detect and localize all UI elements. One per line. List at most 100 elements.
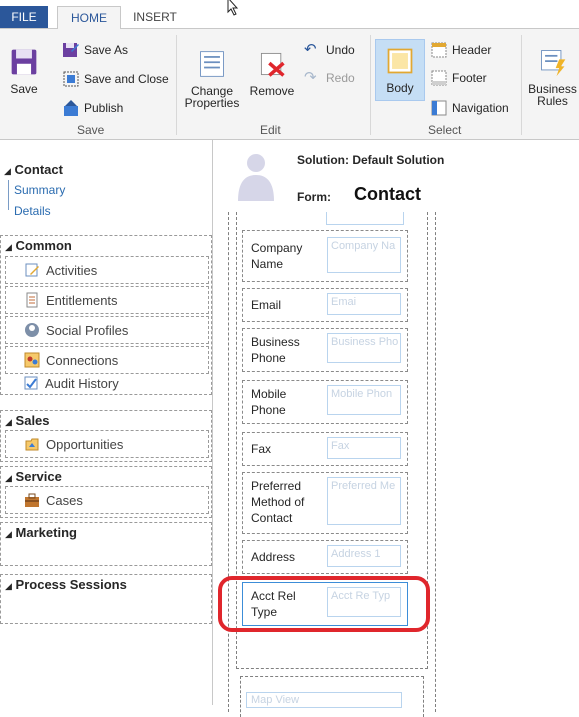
nav-summary-link[interactable]: Summary — [14, 183, 65, 197]
undo-button[interactable]: ↶ Undo — [304, 40, 355, 60]
header-label: Header — [452, 43, 492, 57]
undo-label: Undo — [326, 43, 355, 57]
field-input[interactable]: Emai — [327, 293, 401, 315]
entitlements-icon — [26, 292, 38, 308]
activities-icon — [25, 263, 39, 277]
edit-group-label: Edit — [260, 123, 281, 137]
collapse-triangle-icon: ◢ — [5, 581, 12, 591]
footer-button[interactable]: Footer — [430, 68, 487, 88]
nav-section-service[interactable]: ◢ Service Cases — [0, 466, 212, 518]
nav-item-connections[interactable]: Connections — [5, 346, 209, 374]
field-preferred-method-of-contact[interactable]: Preferred Method of Contact Preferred Me — [242, 472, 408, 534]
field-address[interactable]: Address Address 1 — [242, 540, 408, 574]
change-properties-button[interactable]: Change Properties — [180, 49, 244, 109]
save-and-close-button[interactable]: Save and Close — [62, 69, 169, 89]
header-button[interactable]: Header — [430, 40, 491, 60]
save-and-close-icon — [63, 71, 79, 87]
publish-icon — [64, 100, 78, 116]
navigation-label: Navigation — [452, 101, 509, 115]
mouse-pointer-icon — [227, 0, 239, 16]
nav-section-title: ◢ Service — [5, 469, 62, 484]
nav-section-marketing[interactable]: ◢ Marketing — [0, 522, 212, 566]
save-button[interactable]: Save — [6, 47, 42, 95]
field-company-name[interactable]: Company Name Company Na — [242, 230, 408, 282]
ribbon: Save Save As Save and Close Publish Save — [0, 29, 579, 140]
business-rules-button[interactable]: Business Rules — [526, 47, 579, 107]
field-input[interactable]: Business Pho — [327, 333, 401, 363]
publish-button[interactable]: Publish — [62, 98, 123, 118]
opportunities-icon — [25, 438, 39, 451]
field-label: Company Name — [251, 241, 303, 271]
field-input[interactable]: Address 1 — [327, 545, 401, 567]
nav-section-sales[interactable]: ◢ Sales Opportunities — [0, 410, 212, 462]
form-label: Form: — [297, 190, 331, 204]
field-email[interactable]: Email Emai — [242, 288, 408, 322]
nav-section-title: ◢ Marketing — [5, 525, 77, 540]
connections-icon — [24, 352, 40, 368]
remove-label: Remove — [249, 84, 295, 98]
field-fax[interactable]: Fax Fax — [242, 432, 408, 466]
nav-section-title: ◢ Process Sessions — [5, 577, 127, 592]
nav-item-entitlements[interactable]: Entitlements — [5, 286, 209, 314]
cases-icon — [25, 493, 39, 507]
solution-label: Solution: Default Solution — [297, 153, 445, 167]
nav-item-opportunities[interactable]: Opportunities — [5, 430, 209, 458]
audit-history-icon — [24, 376, 38, 390]
redo-label: Redo — [326, 71, 355, 85]
section-title-process-sessions: Process Sessions — [15, 577, 127, 592]
ribbon-separator — [176, 35, 177, 135]
red-highlight-annotation — [218, 576, 430, 632]
save-as-button[interactable]: Save As — [62, 40, 128, 60]
nav-item-label: Audit History — [45, 375, 119, 391]
nav-item-cases[interactable]: Cases — [5, 486, 209, 514]
redo-button[interactable]: ↷ Redo — [304, 68, 355, 88]
previous-field-input[interactable] — [326, 212, 404, 225]
form-name: Contact — [354, 184, 421, 204]
business-rules-icon — [540, 50, 565, 77]
change-properties-label-line2: Properties — [184, 96, 240, 110]
field-input[interactable]: Fax — [327, 437, 401, 459]
nav-details-link[interactable]: Details — [14, 204, 51, 218]
remove-button[interactable]: Remove — [247, 49, 297, 97]
field-mobile-phone[interactable]: Mobile Phone Mobile Phon — [242, 380, 408, 424]
nav-item-label: Opportunities — [46, 436, 124, 452]
body-label: Body — [386, 81, 414, 95]
field-input[interactable]: Preferred Me — [327, 477, 401, 525]
collapse-triangle-icon: ◢ — [5, 473, 12, 483]
navigation-button[interactable]: Navigation — [430, 98, 509, 118]
nav-contact-header[interactable]: ◢ Contact — [4, 162, 63, 177]
nav-item-audit-history[interactable]: Audit History — [5, 375, 207, 391]
field-label: Fax — [251, 442, 272, 456]
field-input[interactable]: Mobile Phon — [327, 385, 401, 415]
tab-insert[interactable]: INSERT — [128, 6, 182, 28]
nav-item-activities[interactable]: Activities — [5, 256, 209, 284]
field-business-phone[interactable]: Business Phone Business Pho — [242, 328, 408, 372]
nav-section-title: ◢ Sales — [5, 413, 50, 428]
tab-home[interactable]: HOME — [57, 6, 121, 30]
nav-section-process-sessions[interactable]: ◢ Process Sessions — [0, 574, 212, 624]
nav-item-social-profiles[interactable]: Social Profiles — [5, 316, 209, 344]
body-icon — [387, 48, 413, 74]
field-label: Preferred Method of Contact — [251, 479, 305, 525]
properties-icon — [200, 51, 224, 77]
nav-item-label: Entitlements — [46, 292, 118, 308]
tab-file[interactable]: FILE — [0, 6, 48, 28]
nav-section-common[interactable]: ◢ Common Activities Entitlements Social … — [0, 235, 212, 395]
collapse-triangle-icon: ◢ — [5, 242, 12, 252]
save-as-label: Save As — [84, 43, 129, 57]
floppy-disk-icon — [11, 49, 37, 75]
field-label: Mobile Phone — [251, 387, 287, 417]
nav-section-title: ◢ Common — [5, 238, 72, 253]
collapse-triangle-icon: ◢ — [5, 529, 12, 539]
footer-icon — [431, 70, 447, 86]
remove-icon — [260, 52, 285, 77]
contact-avatar-icon — [238, 154, 274, 201]
field-label: Business Phone — [251, 335, 300, 365]
ribbon-separator — [521, 35, 522, 135]
map-view-placeholder[interactable]: Map View — [246, 692, 402, 708]
header-icon — [431, 42, 447, 58]
body-button[interactable]: Body — [375, 39, 425, 101]
section-title-sales: Sales — [15, 413, 50, 428]
field-label: Address — [251, 550, 296, 564]
field-input[interactable]: Company Na — [327, 237, 401, 273]
